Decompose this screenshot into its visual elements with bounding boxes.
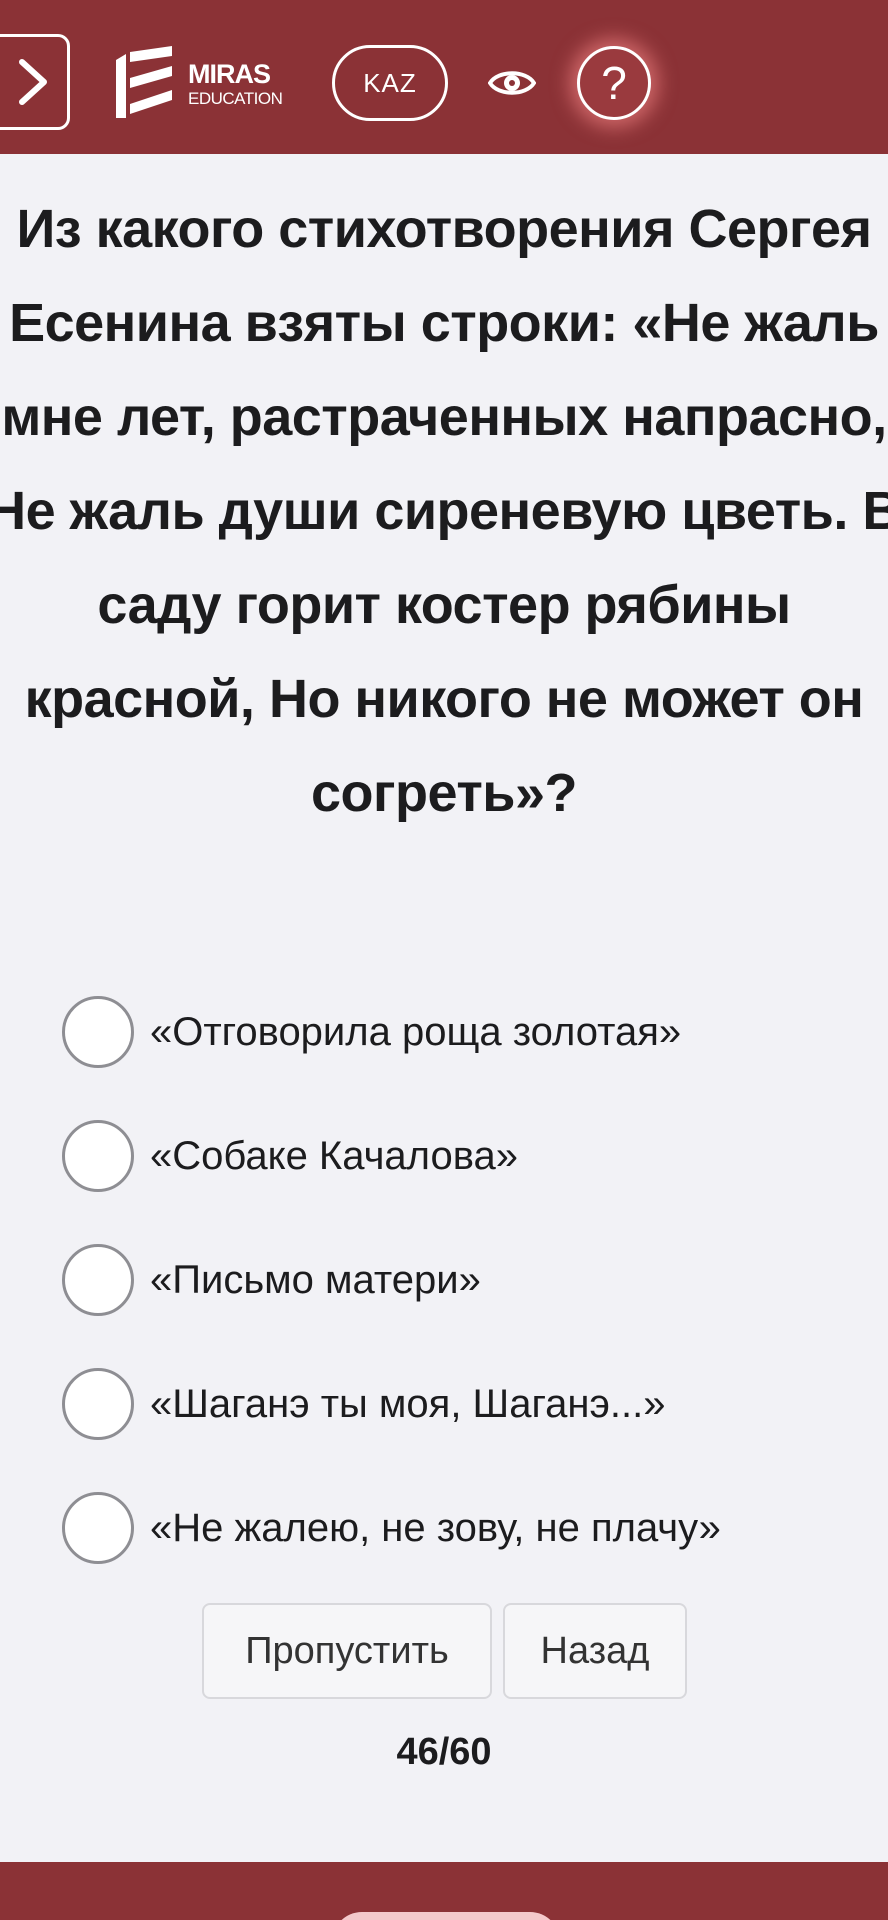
logo-name: MIRAS <box>188 59 271 89</box>
chevron-right-icon <box>19 59 47 105</box>
bottom-bar <box>0 1862 888 1920</box>
radio-button[interactable] <box>62 1492 134 1564</box>
accessibility-button[interactable] <box>486 58 538 108</box>
answer-option-label: «Письмо матери» <box>150 1257 481 1302</box>
radio-button[interactable] <box>62 1120 134 1192</box>
eye-icon <box>488 71 536 95</box>
radio-button[interactable] <box>62 1244 134 1316</box>
answer-option-label: «Не жалею, не зову, не плачу» <box>150 1505 721 1550</box>
finish-button[interactable] <box>332 1912 560 1920</box>
progress-counter: 46/60 <box>396 1731 492 1773</box>
skip-button[interactable]: Пропустить <box>202 1603 492 1699</box>
back-button[interactable]: Назад <box>503 1603 687 1699</box>
radio-button[interactable] <box>62 996 134 1068</box>
help-button[interactable]: ? <box>577 46 651 120</box>
answer-option[interactable]: «Отговорила роща золотая» <box>62 970 882 1094</box>
answer-option[interactable]: «Собаке Качалова» <box>62 1094 882 1218</box>
answer-option-label: «Собаке Качалова» <box>150 1133 519 1178</box>
answer-options: «Отговорила роща золотая» «Собаке Качало… <box>62 970 882 1590</box>
radio-button[interactable] <box>62 1368 134 1440</box>
answer-option-label: «Шаганэ ты моя, Шаганэ...» <box>150 1381 666 1426</box>
question-mark-icon: ? <box>601 57 627 109</box>
menu-toggle-button[interactable] <box>0 34 70 130</box>
logo: MIRAS EDUCATION <box>112 46 283 122</box>
language-button[interactable]: KAZ <box>332 45 448 121</box>
question-text: Из какого стихотворения Сергея Есенина в… <box>0 199 888 823</box>
answer-option[interactable]: «Шаганэ ты моя, Шаганэ...» <box>62 1342 882 1466</box>
top-bar: MIRAS EDUCATION KAZ ? <box>0 0 888 154</box>
logo-mark-icon <box>116 46 172 118</box>
answer-option[interactable]: «Не жалею, не зову, не плачу» <box>62 1466 882 1590</box>
answer-option-label: «Отговорила роща золотая» <box>150 1009 682 1054</box>
logo-subtitle: EDUCATION <box>188 89 283 108</box>
answer-option[interactable]: «Письмо матери» <box>62 1218 882 1342</box>
